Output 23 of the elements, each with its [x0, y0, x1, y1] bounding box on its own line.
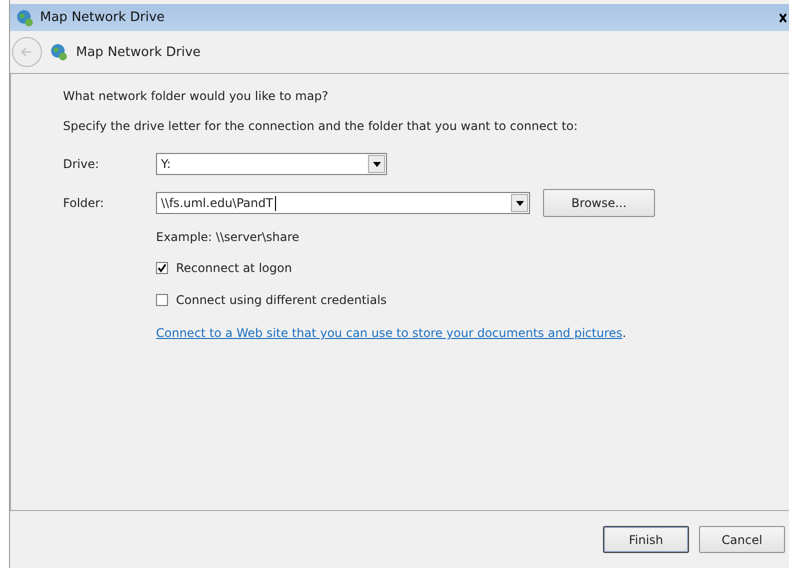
checkbox[interactable]	[156, 262, 168, 274]
globe-icon	[16, 8, 34, 26]
heading-text: What network folder would you like to map?	[63, 89, 328, 103]
web-site-link[interactable]: Connect to a Web site that you can use to store your documents and pictures	[156, 326, 622, 340]
example-text: Example: \\server\share	[156, 230, 300, 244]
folder-label: Folder:	[63, 196, 105, 210]
finish-button[interactable]: Finish	[603, 526, 689, 553]
checkbox-label: Reconnect at logon	[176, 261, 292, 275]
checkbox-label: Connect using different credentials	[176, 293, 387, 307]
globe-icon	[50, 43, 68, 61]
period-text: .	[622, 326, 626, 340]
dropdown-arrow-icon	[372, 162, 380, 166]
instruction-text: Specify the drive letter for the connection and the folder that you want to connect to:	[63, 119, 578, 133]
folder-dropdown[interactable]: \\fs.uml.edu\PandT	[156, 192, 530, 214]
window-title: Map Network Drive	[40, 10, 166, 25]
browse-button[interactable]: Browse...	[543, 189, 655, 217]
close-icon[interactable]	[779, 12, 787, 24]
cancel-button[interactable]: Cancel	[699, 526, 785, 553]
dropdown-arrow-icon	[516, 200, 524, 206]
drive-label: Drive:	[63, 157, 100, 171]
drive-dropdown[interactable]: Y:	[156, 153, 387, 175]
wizard-title: Map Network Drive	[76, 44, 201, 60]
checkbox[interactable]	[156, 294, 168, 306]
